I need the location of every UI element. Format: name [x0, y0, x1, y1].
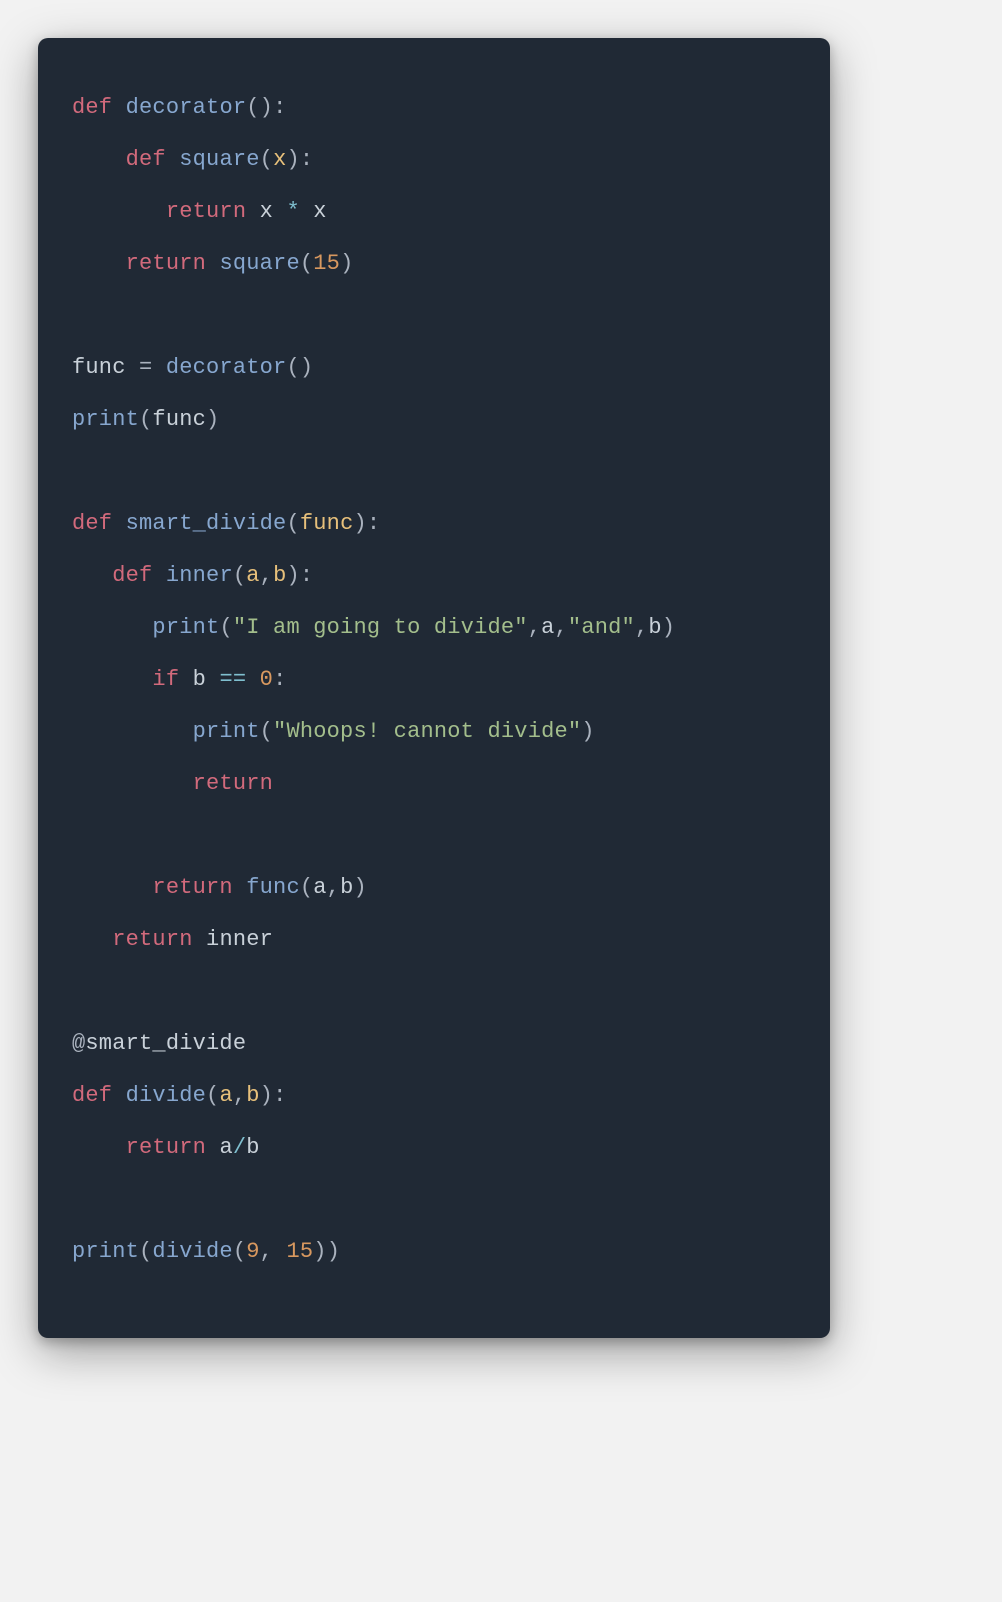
- call-func: func: [246, 875, 300, 900]
- call-decorator: decorator: [166, 355, 287, 380]
- punct: :: [367, 511, 380, 536]
- punct: (: [260, 147, 273, 172]
- num-15: 15: [286, 1239, 313, 1264]
- num-9: 9: [246, 1239, 259, 1264]
- ident-a: a: [219, 1135, 232, 1160]
- ident-inner: inner: [206, 927, 273, 952]
- call-print: print: [72, 407, 139, 432]
- punct: :: [273, 1083, 286, 1108]
- punct: ,: [233, 1083, 246, 1108]
- keyword-def: def: [72, 95, 112, 120]
- punct: ,: [635, 615, 648, 640]
- punct: :: [300, 147, 313, 172]
- keyword-return: return: [152, 875, 232, 900]
- punct: ): [206, 407, 219, 432]
- punct: ): [260, 95, 273, 120]
- ident-a: a: [313, 875, 326, 900]
- keyword-def: def: [112, 563, 152, 588]
- str-going: "I am going to divide": [233, 615, 528, 640]
- op-slash: /: [233, 1135, 246, 1160]
- punct: ): [353, 875, 366, 900]
- punct: ): [327, 1239, 340, 1264]
- keyword-def: def: [72, 1083, 112, 1108]
- punct: (: [260, 719, 273, 744]
- punct: ): [662, 615, 675, 640]
- param-x: x: [273, 147, 286, 172]
- param-a: a: [246, 563, 259, 588]
- param-b: b: [246, 1083, 259, 1108]
- punct: (: [233, 563, 246, 588]
- keyword-return: return: [166, 199, 246, 224]
- punct: ): [286, 147, 299, 172]
- punct: ,: [555, 615, 568, 640]
- fn-square: square: [179, 147, 259, 172]
- punct: (: [300, 251, 313, 276]
- punct: (: [139, 407, 152, 432]
- punct: :: [273, 95, 286, 120]
- call-print: print: [152, 615, 219, 640]
- keyword-return: return: [126, 251, 206, 276]
- op-star: *: [286, 199, 299, 224]
- num-0: 0: [260, 667, 273, 692]
- punct: ): [353, 511, 366, 536]
- punct: :: [273, 667, 286, 692]
- ident-b: b: [193, 667, 206, 692]
- punct: (: [300, 875, 313, 900]
- param-func: func: [300, 511, 354, 536]
- ident-x: x: [260, 199, 273, 224]
- decorator-at: @: [72, 1031, 85, 1056]
- punct: (: [219, 615, 232, 640]
- ident-b: b: [648, 615, 661, 640]
- ident-func: func: [152, 407, 206, 432]
- param-b: b: [273, 563, 286, 588]
- punct: ): [260, 1083, 273, 1108]
- keyword-return: return: [193, 771, 273, 796]
- punct: ): [286, 563, 299, 588]
- punct: ,: [260, 1239, 273, 1264]
- punct: ,: [327, 875, 340, 900]
- keyword-if: if: [152, 667, 179, 692]
- punct: :: [300, 563, 313, 588]
- punct: ,: [260, 563, 273, 588]
- call-print: print: [193, 719, 260, 744]
- decorator-name: smart_divide: [85, 1031, 246, 1056]
- fn-smart-divide: smart_divide: [126, 511, 287, 536]
- ident-b: b: [246, 1135, 259, 1160]
- call-square: square: [219, 251, 299, 276]
- punct: (: [286, 511, 299, 536]
- code-block: def decorator(): def square(x): return x…: [72, 82, 796, 1278]
- punct: ): [581, 719, 594, 744]
- punct: (: [246, 95, 259, 120]
- keyword-def: def: [126, 147, 166, 172]
- punct: ): [313, 1239, 326, 1264]
- punct: (: [286, 355, 299, 380]
- punct: ,: [528, 615, 541, 640]
- call-print: print: [72, 1239, 139, 1264]
- punct: (: [139, 1239, 152, 1264]
- keyword-return: return: [126, 1135, 206, 1160]
- fn-inner: inner: [166, 563, 233, 588]
- call-divide: divide: [152, 1239, 232, 1264]
- str-whoops: "Whoops! cannot divide": [273, 719, 581, 744]
- ident-a: a: [541, 615, 554, 640]
- punct: ): [340, 251, 353, 276]
- op-eqeq: ==: [219, 667, 246, 692]
- code-card: def decorator(): def square(x): return x…: [38, 38, 830, 1338]
- ident-x: x: [313, 199, 326, 224]
- punct: (: [233, 1239, 246, 1264]
- num-15: 15: [313, 251, 340, 276]
- keyword-return: return: [112, 927, 192, 952]
- ident-func: func: [72, 355, 126, 380]
- fn-divide: divide: [126, 1083, 206, 1108]
- ident-b: b: [340, 875, 353, 900]
- param-a: a: [219, 1083, 232, 1108]
- punct: (: [206, 1083, 219, 1108]
- fn-decorator: decorator: [126, 95, 247, 120]
- punct: ): [300, 355, 313, 380]
- keyword-def: def: [72, 511, 112, 536]
- str-and: "and": [568, 615, 635, 640]
- op-eq: =: [139, 355, 152, 380]
